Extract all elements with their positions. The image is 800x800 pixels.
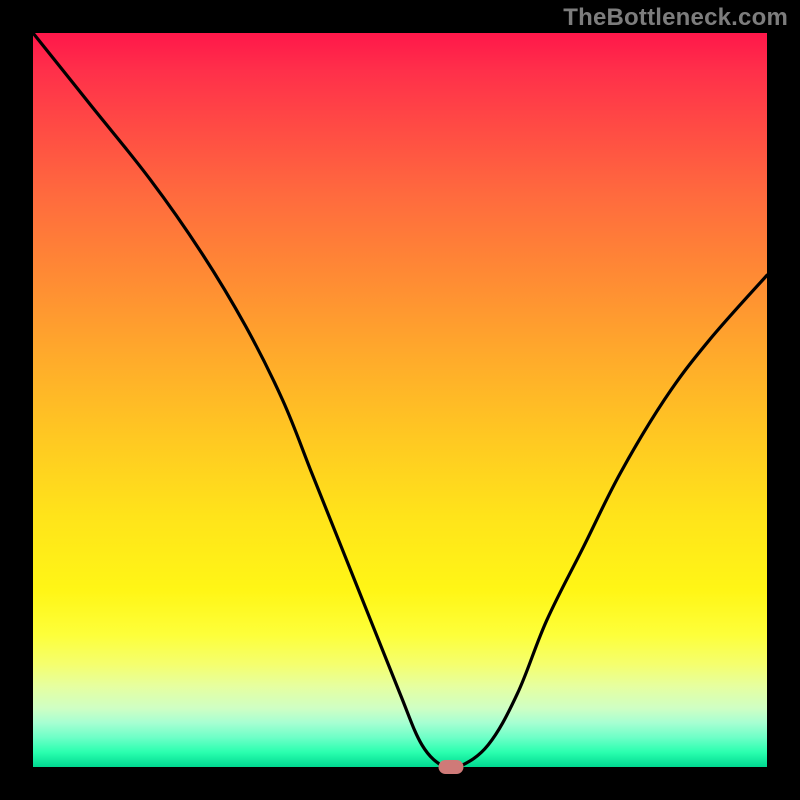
chart-frame: TheBottleneck.com — [0, 0, 800, 800]
plot-area — [33, 33, 767, 767]
watermark-text: TheBottleneck.com — [563, 4, 788, 32]
bottleneck-curve — [33, 33, 767, 767]
curve-layer — [33, 33, 767, 767]
optimal-point-marker — [439, 760, 464, 774]
